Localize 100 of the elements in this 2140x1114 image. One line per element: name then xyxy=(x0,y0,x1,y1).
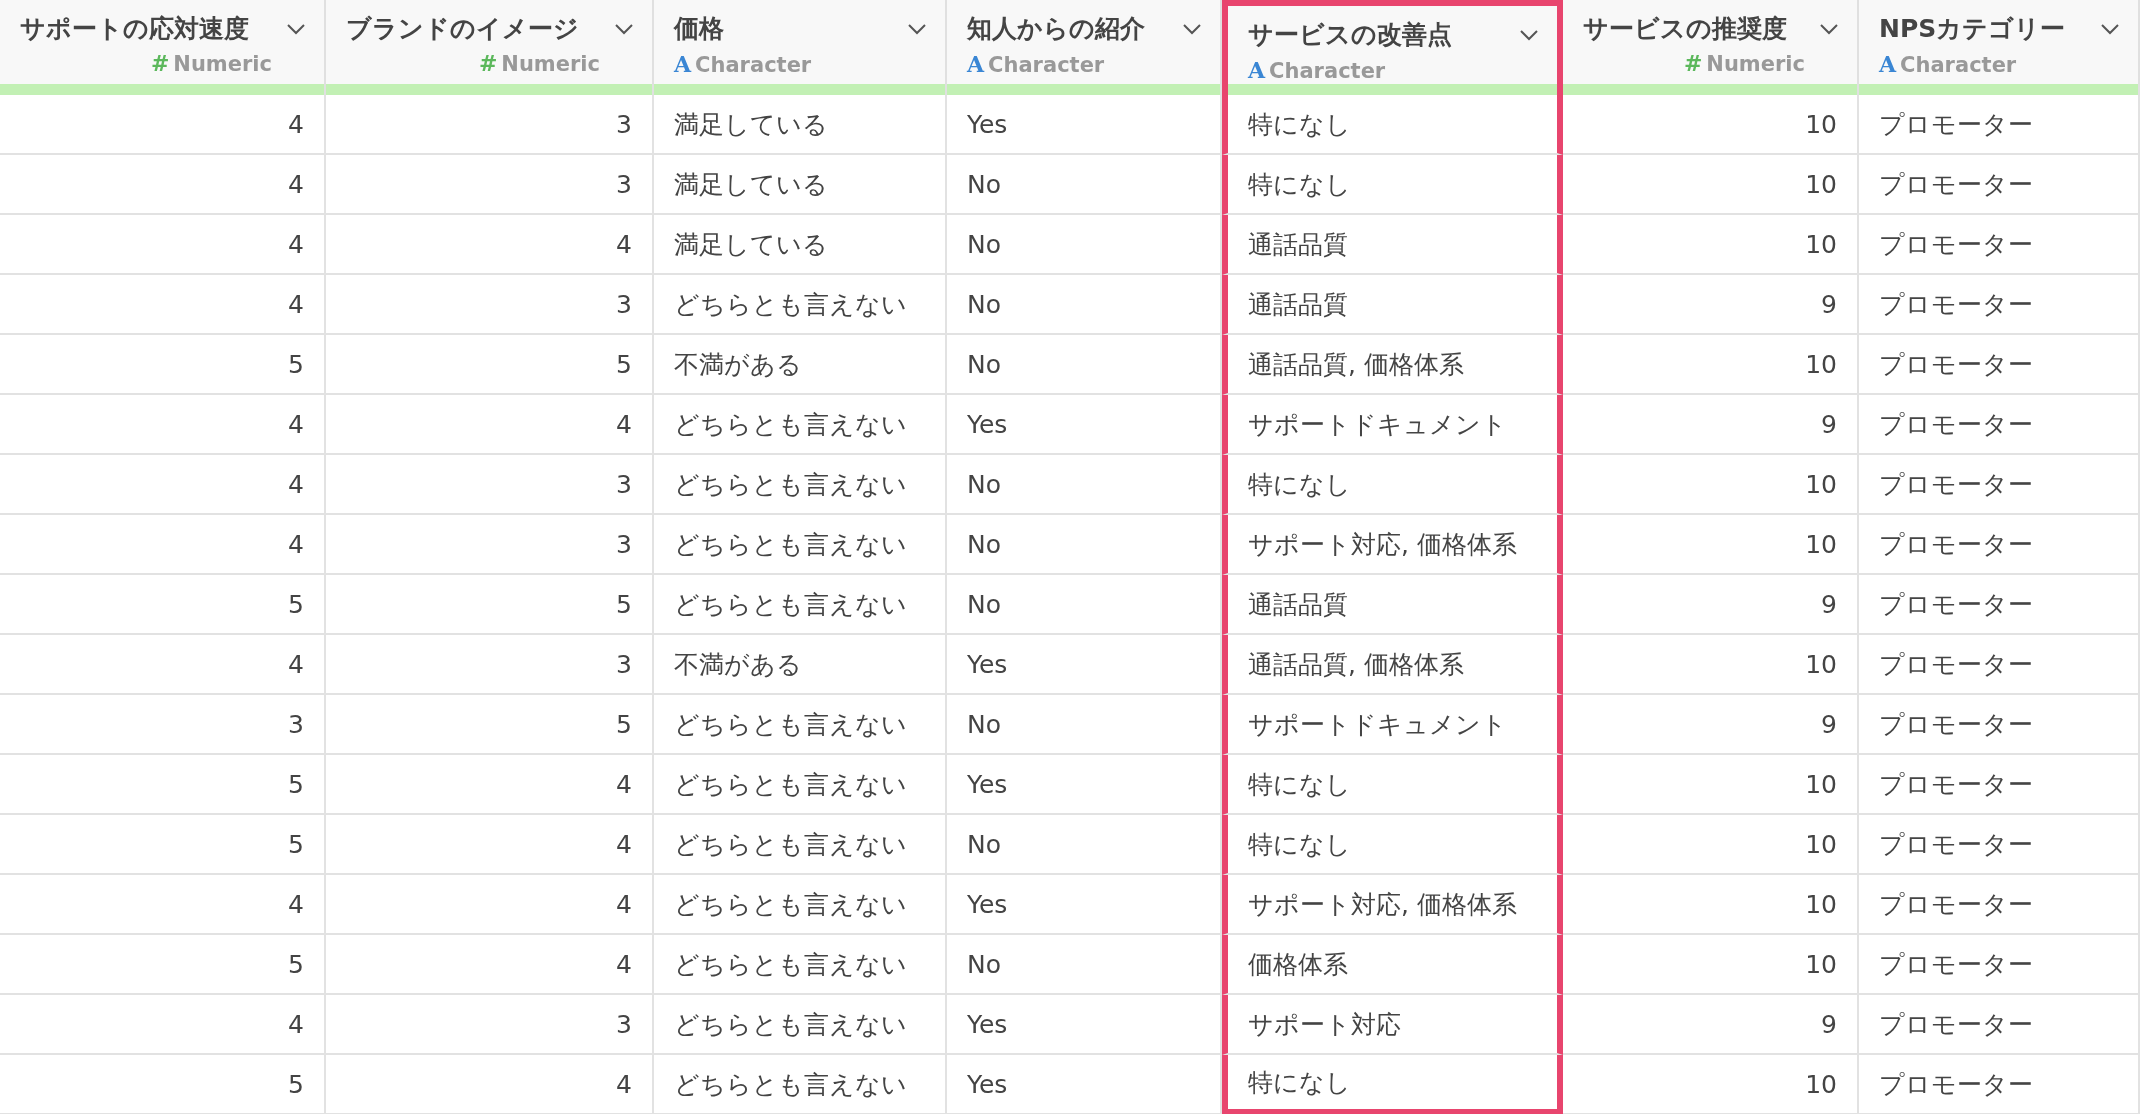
table-cell: 3 xyxy=(326,995,654,1055)
table-cell: No xyxy=(947,935,1222,995)
table-cell: 4 xyxy=(326,815,654,875)
column-header[interactable]: サービスの改善点 A Character xyxy=(1222,0,1563,84)
table-cell: 3 xyxy=(326,275,654,335)
table-cell: 5 xyxy=(0,815,326,875)
table-cell: どちらとも言えない xyxy=(654,455,947,515)
table-cell: 3 xyxy=(326,515,654,575)
table-cell: 10 xyxy=(1563,455,1859,515)
table-cell: サポート対応 xyxy=(1222,995,1563,1055)
type-icon: A xyxy=(1248,57,1266,83)
table-cell: 満足している xyxy=(654,215,947,275)
table-cell: 5 xyxy=(0,575,326,635)
table-cell: No xyxy=(947,455,1222,515)
type-label: Character xyxy=(1269,59,1386,83)
table-cell: プロモーター xyxy=(1859,575,2140,635)
column-header[interactable]: 知人からの紹介 A Character xyxy=(947,0,1222,84)
table-cell: 4 xyxy=(0,275,326,335)
chevron-down-icon[interactable] xyxy=(1182,22,1202,35)
table-cell: プロモーター xyxy=(1859,815,2140,875)
type-label: Character xyxy=(1900,53,2017,77)
table-cell: 3 xyxy=(326,155,654,215)
table-cell: 4 xyxy=(0,635,326,695)
column-header[interactable]: 価格 A Character xyxy=(654,0,947,84)
table-cell: No xyxy=(947,155,1222,215)
column-header[interactable]: サービスの推奨度 # Numeric xyxy=(1563,0,1859,84)
column-header[interactable]: ブランドのイメージ # Numeric xyxy=(326,0,654,84)
table-cell: どちらとも言えない xyxy=(654,275,947,335)
table-cell: どちらとも言えない xyxy=(654,875,947,935)
table-cell: 通話品質 xyxy=(1222,215,1563,275)
table-cell: 価格体系 xyxy=(1222,935,1563,995)
table-cell: Yes xyxy=(947,635,1222,695)
table-cell: 通話品質, 価格体系 xyxy=(1222,335,1563,395)
table-cell: 10 xyxy=(1563,875,1859,935)
table-cell: 4 xyxy=(0,155,326,215)
column-title: 知人からの紹介 xyxy=(967,13,1145,45)
table-cell: どちらとも言えない xyxy=(654,935,947,995)
table-cell: どちらとも言えない xyxy=(654,815,947,875)
table-cell: 特になし xyxy=(1222,815,1563,875)
table-cell: プロモーター xyxy=(1859,995,2140,1055)
table-cell: プロモーター xyxy=(1859,875,2140,935)
type-icon: A xyxy=(674,51,692,77)
column-title: サービスの改善点 xyxy=(1248,19,1452,51)
table-cell: 4 xyxy=(0,395,326,455)
table-cell: プロモーター xyxy=(1859,695,2140,755)
column-header[interactable]: NPSカテゴリー A Character xyxy=(1859,0,2140,84)
chevron-down-icon[interactable] xyxy=(286,22,306,35)
column-title: ブランドのイメージ xyxy=(346,13,579,45)
table-cell: 4 xyxy=(0,515,326,575)
chevron-down-icon[interactable] xyxy=(907,22,927,35)
column-header[interactable]: サポートの応対速度 # Numeric xyxy=(0,0,326,84)
table-cell: 10 xyxy=(1563,515,1859,575)
table-cell: 9 xyxy=(1563,995,1859,1055)
type-label: Numeric xyxy=(501,52,600,76)
table-cell: プロモーター xyxy=(1859,215,2140,275)
chevron-down-icon[interactable] xyxy=(614,22,634,35)
table-cell: サポート対応, 価格体系 xyxy=(1222,875,1563,935)
table-cell: Yes xyxy=(947,95,1222,155)
type-label: Character xyxy=(988,53,1105,77)
table-cell: 10 xyxy=(1563,215,1859,275)
table-cell: 10 xyxy=(1563,635,1859,695)
column-title: サポートの応対速度 xyxy=(20,13,249,45)
table-cell: どちらとも言えない xyxy=(654,575,947,635)
table-cell: サポートドキュメント xyxy=(1222,395,1563,455)
table-cell: どちらとも言えない xyxy=(654,995,947,1055)
table-cell: プロモーター xyxy=(1859,935,2140,995)
table-cell: 3 xyxy=(0,695,326,755)
table-cell: Yes xyxy=(947,875,1222,935)
chevron-down-icon[interactable] xyxy=(1519,28,1539,41)
table-cell: 4 xyxy=(0,95,326,155)
table-cell: 不満がある xyxy=(654,635,947,695)
table-cell: 10 xyxy=(1563,155,1859,215)
column-title: 価格 xyxy=(674,13,724,45)
table-cell: 特になし xyxy=(1222,155,1563,215)
table-cell: 5 xyxy=(0,755,326,815)
chevron-down-icon[interactable] xyxy=(1819,22,1839,35)
table-cell: プロモーター xyxy=(1859,155,2140,215)
table-cell: 4 xyxy=(0,215,326,275)
table-cell: No xyxy=(947,695,1222,755)
table-cell: 不満がある xyxy=(654,335,947,395)
table-cell: 4 xyxy=(326,215,654,275)
table-cell: 特になし xyxy=(1222,95,1563,155)
table-cell: 特になし xyxy=(1222,455,1563,515)
table-cell: 通話品質, 価格体系 xyxy=(1222,635,1563,695)
type-label: Character xyxy=(695,53,812,77)
table-cell: 10 xyxy=(1563,95,1859,155)
table-cell: プロモーター xyxy=(1859,1055,2140,1114)
table-cell: 特になし xyxy=(1222,1055,1563,1114)
chevron-down-icon[interactable] xyxy=(2100,22,2120,35)
table-cell: 4 xyxy=(0,995,326,1055)
table-cell: 9 xyxy=(1563,275,1859,335)
table-cell: 3 xyxy=(326,95,654,155)
table-cell: 4 xyxy=(326,395,654,455)
table-cell: プロモーター xyxy=(1859,515,2140,575)
table-cell: サポートドキュメント xyxy=(1222,695,1563,755)
type-icon: # xyxy=(1683,51,1703,76)
table-cell: 5 xyxy=(326,695,654,755)
table-cell: 9 xyxy=(1563,395,1859,455)
table-cell: 5 xyxy=(0,935,326,995)
table-cell: 特になし xyxy=(1222,755,1563,815)
